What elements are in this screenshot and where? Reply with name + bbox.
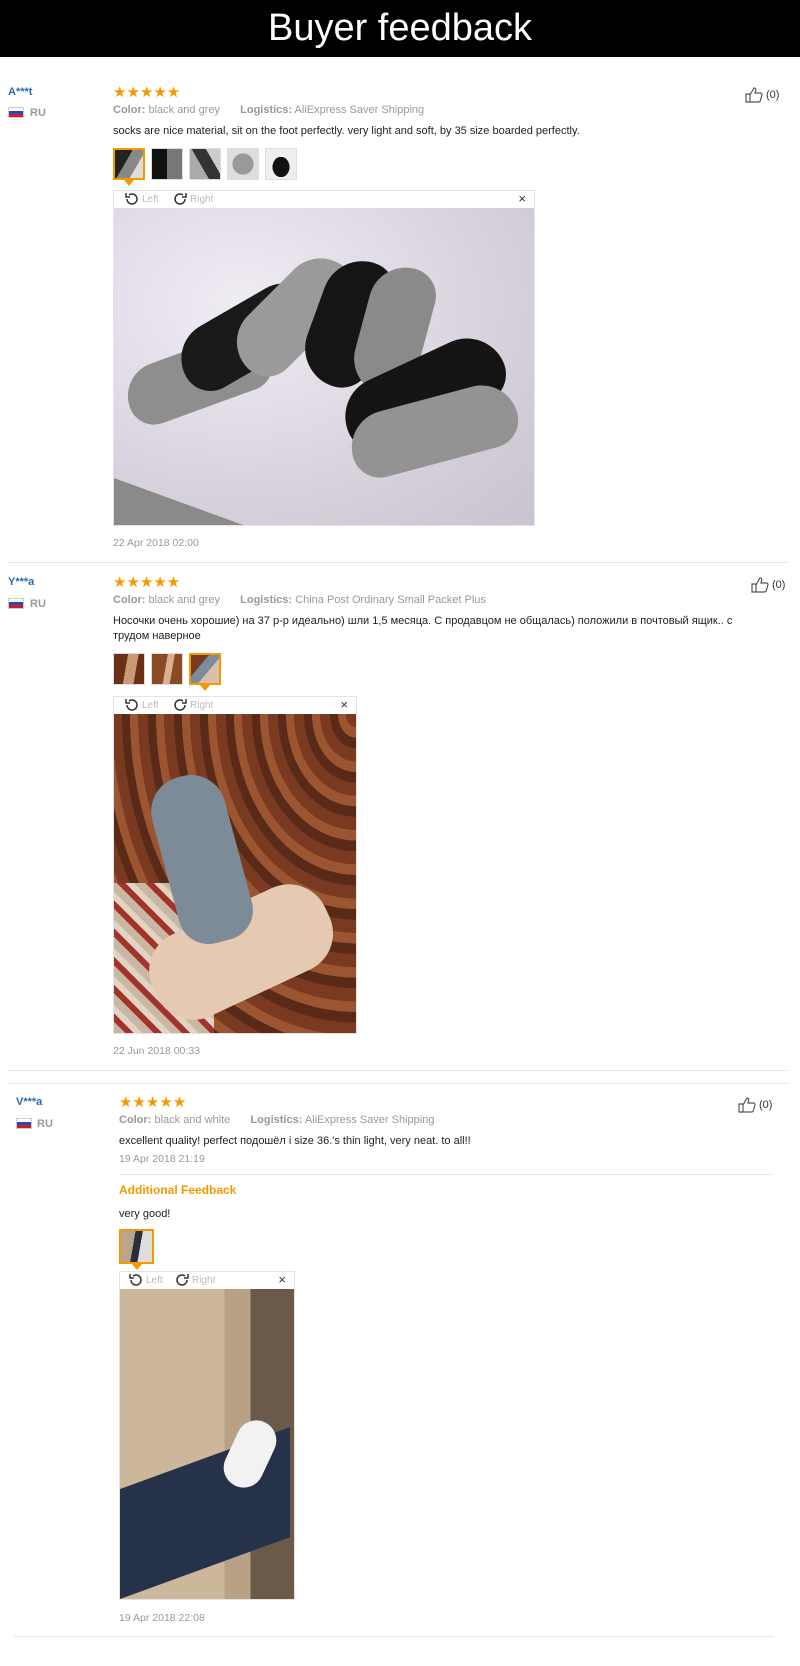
- rotate-right-button[interactable]: Right: [172, 698, 213, 712]
- color-value: black and grey: [148, 594, 220, 606]
- helpful-button[interactable]: (0): [751, 577, 785, 593]
- review-date: 19 Apr 2018 21:19: [119, 1153, 205, 1165]
- color-label: Color:: [113, 104, 146, 116]
- photo-viewer: Left Right ×: [113, 190, 535, 526]
- like-count: (0): [759, 1099, 773, 1111]
- review-date: 22 Apr 2018 02:00: [113, 537, 199, 549]
- logistics-value: AliExpress Saver Shipping: [294, 104, 425, 116]
- photo-thumbnails: [113, 148, 297, 186]
- additional-feedback-date: 19 Apr 2018 22:08: [119, 1612, 205, 1624]
- rotate-left-icon: [125, 193, 138, 205]
- order-info: Color: black and white Logistics: AliExp…: [119, 1114, 434, 1126]
- color-label: Color:: [113, 594, 146, 606]
- close-icon[interactable]: ×: [278, 1273, 286, 1287]
- thumbs-up-icon: [745, 87, 763, 103]
- divider: [8, 1083, 788, 1084]
- divider: [8, 1070, 788, 1071]
- page-title: Buyer feedback: [267, 7, 533, 49]
- photo-viewer: Left Right ×: [113, 696, 357, 1034]
- thumbnail[interactable]: [113, 653, 145, 685]
- thumbnail[interactable]: [189, 653, 221, 691]
- review-text: Носочки очень хорошие) на 37 р-р идеальн…: [113, 615, 733, 642]
- like-count: (0): [772, 579, 786, 591]
- rotate-left-icon: [129, 1274, 142, 1286]
- additional-feedback-title: Additional Feedback: [119, 1183, 237, 1197]
- reviewer-country: RU: [30, 107, 46, 119]
- star-rating: ★★★★★: [113, 84, 181, 101]
- logistics-label: Logistics:: [240, 594, 293, 606]
- logistics-value: AliExpress Saver Shipping: [304, 1114, 435, 1126]
- star-rating: ★★★★★: [119, 1094, 187, 1111]
- review-text: excellent quality! perfect подошёл i siz…: [119, 1135, 471, 1147]
- color-label: Color:: [119, 1114, 152, 1126]
- close-icon[interactable]: ×: [340, 698, 348, 712]
- rotate-left-icon: [125, 699, 138, 711]
- russia-flag-icon: [8, 598, 24, 609]
- rotate-left-button[interactable]: Left: [124, 192, 159, 206]
- rotate-left-button[interactable]: Left: [128, 1273, 163, 1287]
- color-value: black and white: [154, 1114, 231, 1126]
- thumbnail[interactable]: [227, 148, 259, 180]
- reviewer-name[interactable]: Y***a: [8, 576, 34, 588]
- thumbnail[interactable]: [151, 653, 183, 685]
- logistics-label: Logistics:: [250, 1114, 303, 1126]
- logistics-label: Logistics:: [240, 104, 293, 116]
- thumbs-up-icon: [751, 577, 769, 593]
- divider: [119, 1174, 773, 1175]
- review-photo[interactable]: [120, 1289, 294, 1599]
- page-header: Buyer feedback: [0, 0, 800, 57]
- helpful-button[interactable]: (0): [745, 87, 779, 103]
- thumbnail[interactable]: [151, 148, 183, 180]
- review-date: 22 Jun 2018 00:33: [113, 1045, 200, 1057]
- additional-feedback-text: very good!: [119, 1208, 171, 1220]
- viewer-toolbar: Left Right ×: [114, 191, 534, 207]
- thumbnail[interactable]: [119, 1229, 154, 1270]
- thumbnail[interactable]: [113, 148, 145, 186]
- rotate-left-button[interactable]: Left: [124, 698, 159, 712]
- viewer-toolbar: Left Right ×: [114, 697, 356, 713]
- reviewer-name[interactable]: V***a: [16, 1096, 42, 1108]
- viewer-toolbar: Left Right ×: [120, 1272, 294, 1288]
- logistics-value: China Post Ordinary Small Packet Plus: [295, 594, 486, 606]
- rotate-right-icon: [174, 193, 187, 205]
- like-count: (0): [766, 89, 780, 101]
- russia-flag-icon: [16, 1118, 32, 1129]
- order-info: Color: black and grey Logistics: China P…: [113, 594, 486, 606]
- review-photo[interactable]: [114, 714, 356, 1033]
- rotate-right-button[interactable]: Right: [172, 192, 213, 206]
- thumbnail[interactable]: [265, 148, 297, 180]
- review-photo[interactable]: [114, 208, 534, 525]
- color-value: black and grey: [148, 104, 220, 116]
- order-info: Color: black and grey Logistics: AliExpr…: [113, 104, 424, 116]
- reviewer-name[interactable]: A***t: [8, 86, 32, 98]
- photo-thumbnails: [113, 653, 221, 691]
- divider: [14, 1636, 774, 1637]
- rotate-right-icon: [174, 699, 187, 711]
- reviewer-country: RU: [37, 1118, 53, 1130]
- thumbnail[interactable]: [189, 148, 221, 180]
- thumbs-up-icon: [738, 1097, 756, 1113]
- review-text: socks are nice material, sit on the foot…: [113, 125, 580, 137]
- close-icon[interactable]: ×: [518, 192, 526, 206]
- star-rating: ★★★★★: [113, 574, 181, 591]
- reviewer-country: RU: [30, 598, 46, 610]
- russia-flag-icon: [8, 107, 24, 118]
- divider: [8, 562, 788, 563]
- photo-thumbnails: [119, 1229, 154, 1270]
- helpful-button[interactable]: (0): [738, 1097, 772, 1113]
- rotate-right-icon: [176, 1274, 189, 1286]
- rotate-right-button[interactable]: Right: [174, 1273, 215, 1287]
- photo-viewer: Left Right ×: [119, 1271, 295, 1600]
